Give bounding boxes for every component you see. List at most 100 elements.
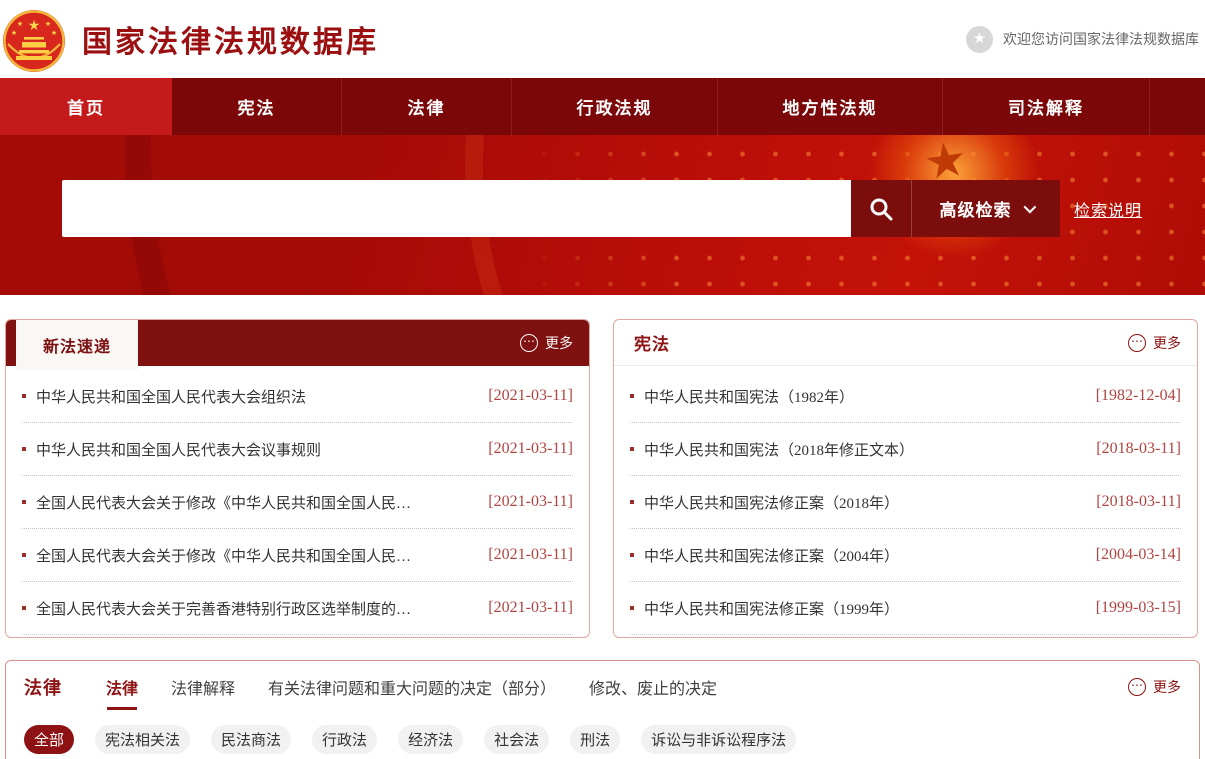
filter-pill-label: 宪法相关法 [105,729,180,750]
bullet-icon [630,394,634,398]
new-laws-panel: 新法速递 ⋯ 更多 中华人民共和国全国人民代表大会组织法 [2021-03-11… [5,319,590,638]
filter-pill-label: 经济法 [408,729,453,750]
national-emblem-icon: ★ ★ ★ ★ ★ [2,8,66,74]
search-input[interactable] [62,180,851,237]
constitution-list: 中华人民共和国宪法（1982年） [1982-12-04] 中华人民共和国宪法（… [614,366,1197,635]
list-item: 中华人民共和国全国人民代表大会议事规则 [2021-03-11] [22,423,573,476]
bullet-icon [630,500,634,504]
nav-item[interactable]: 司法解释 [943,78,1150,135]
nav-item[interactable]: 宪法 [172,78,342,135]
filter-pill[interactable]: 全部 [24,725,74,754]
item-date: [2021-03-11] [488,440,573,458]
new-laws-list: 中华人民共和国全国人民代表大会组织法 [2021-03-11] 中华人民共和国全… [6,366,589,635]
nav-item-label: 行政法规 [577,94,653,119]
list-item: 全国人民代表大会关于修改《中华人民共和国全国人民… [2021-03-11] [22,476,573,529]
item-title[interactable]: 全国人民代表大会关于完善香港特别行政区选举制度的… [36,598,470,619]
filter-pill[interactable]: 经济法 [398,725,463,754]
item-date: [2021-03-11] [488,387,573,405]
law-section-panel: 法律 法律 法律解释 有关法律问题和重大问题的决定（部分） 修改、废止的决定 [5,660,1200,759]
nav-item[interactable]: 行政法规 [512,78,718,135]
list-item: 中华人民共和国宪法修正案（2018年） [2018-03-11] [630,476,1181,529]
svg-text:★: ★ [51,29,57,37]
constitution-panel-title: 宪法 [634,330,670,355]
welcome-text: 欢迎您访问国家法律法规数据库 [1003,29,1199,49]
law-tab[interactable]: 修改、废止的决定 [589,661,717,713]
search-help-link[interactable]: 检索说明 [1074,197,1142,221]
nav-item[interactable]: 地方性法规 [718,78,943,135]
filter-pill-label: 诉讼与非诉讼程序法 [651,729,786,750]
bullet-icon [630,447,634,451]
filter-pill[interactable]: 刑法 [570,725,620,754]
law-tab-label: 修改、废止的决定 [589,675,717,699]
filter-pill[interactable]: 社会法 [484,725,549,754]
item-title[interactable]: 中华人民共和国宪法修正案（2004年） [644,545,1078,566]
law-tab[interactable]: 有关法律问题和重大问题的决定（部分） [268,661,556,713]
list-item: 中华人民共和国宪法修正案（2004年） [2004-03-14] [630,529,1181,582]
new-laws-more-button[interactable]: ⋯ 更多 [520,333,573,353]
site-brand[interactable]: ★ ★ ★ ★ ★ 国家法律法规数据库 [0,4,379,74]
filter-pill[interactable]: 民法商法 [211,725,291,754]
item-date: [2021-03-11] [488,493,573,511]
filter-pill[interactable]: 行政法 [312,725,377,754]
law-tabs: 法律 法律解释 有关法律问题和重大问题的决定（部分） 修改、废止的决定 [106,661,750,713]
more-icon: ⋯ [1128,678,1146,696]
item-date: [2021-03-11] [488,599,573,617]
more-icon: ⋯ [1128,334,1146,352]
site-header: ★ ★ ★ ★ ★ 国家法律法规数据库 ★ 欢迎您访问国家法律法规数据库 [0,0,1205,78]
svg-text:★: ★ [28,17,41,33]
bullet-icon [22,447,26,451]
filter-pill-label: 全部 [34,729,64,750]
item-title[interactable]: 中华人民共和国宪法（1982年） [644,386,1078,407]
constitution-panel: 宪法 ⋯ 更多 中华人民共和国宪法（1982年） [1982-12-04] 中华… [613,319,1198,638]
item-title[interactable]: 中华人民共和国宪法修正案（2018年） [644,492,1078,513]
filter-pill-label: 社会法 [494,729,539,750]
list-item: 中华人民共和国宪法（2018年修正文本） [2018-03-11] [630,423,1181,476]
bullet-icon [22,500,26,504]
svg-text:★: ★ [11,29,17,37]
welcome-note: ★ 欢迎您访问国家法律法规数据库 [966,26,1199,53]
item-title[interactable]: 中华人民共和国全国人民代表大会议事规则 [36,439,470,460]
law-tab-label: 法律解释 [171,675,235,699]
advanced-search-button[interactable]: 高级检索 [911,180,1060,237]
item-date: [1999-03-15] [1096,599,1181,617]
filter-pill-label: 行政法 [322,729,367,750]
item-title[interactable]: 中华人民共和国宪法修正案（1999年） [644,598,1078,619]
item-title[interactable]: 全国人民代表大会关于修改《中华人民共和国全国人民… [36,545,470,566]
bullet-icon [630,606,634,610]
bullet-icon [22,394,26,398]
list-item: 全国人民代表大会关于修改《中华人民共和国全国人民… [2021-03-11] [22,529,573,582]
item-date: [2004-03-14] [1096,546,1181,564]
item-title[interactable]: 全国人民代表大会关于修改《中华人民共和国全国人民… [36,492,470,513]
more-label: 更多 [1153,677,1181,697]
item-date: [2021-03-11] [488,546,573,564]
law-more-button[interactable]: ⋯ 更多 [1128,677,1181,697]
user-star-icon: ★ [966,26,993,53]
constitution-more-button[interactable]: ⋯ 更多 [1128,333,1181,353]
filter-pill[interactable]: 诉讼与非诉讼程序法 [641,725,796,754]
item-title[interactable]: 中华人民共和国宪法（2018年修正文本） [644,439,1078,460]
constitution-panel-header: 宪法 ⋯ 更多 [614,320,1197,366]
bullet-icon [630,553,634,557]
list-item: 中华人民共和国宪法修正案（1999年） [1999-03-15] [630,582,1181,635]
svg-text:★: ★ [17,20,23,28]
nav-item[interactable]: 首页 [0,78,172,135]
more-label: 更多 [545,333,573,353]
search-form: 高级检索 检索说明 [62,180,1142,237]
new-laws-panel-header: 新法速递 ⋯ 更多 [6,320,589,366]
bullet-icon [22,606,26,610]
site-title: 国家法律法规数据库 [82,17,379,61]
list-item: 中华人民共和国全国人民代表大会组织法 [2021-03-11] [22,370,573,423]
item-date: [1982-12-04] [1096,387,1181,405]
law-tab[interactable]: 法律 [106,661,138,713]
list-item: 中华人民共和国宪法（1982年） [1982-12-04] [630,370,1181,423]
search-button[interactable] [851,180,911,237]
nav-item-label: 宪法 [238,94,276,119]
item-title[interactable]: 中华人民共和国全国人民代表大会组织法 [36,386,470,407]
more-label: 更多 [1153,333,1181,353]
law-tab[interactable]: 法律解释 [171,661,235,713]
main-nav: 首页 宪法 法律 行政法规 地方性法规 司法解释 [0,78,1205,135]
nav-item-label: 法律 [408,94,446,119]
nav-item[interactable]: 法律 [342,78,512,135]
filter-pill[interactable]: 宪法相关法 [95,725,190,754]
tab-new-laws[interactable]: 新法速递 [16,320,138,370]
